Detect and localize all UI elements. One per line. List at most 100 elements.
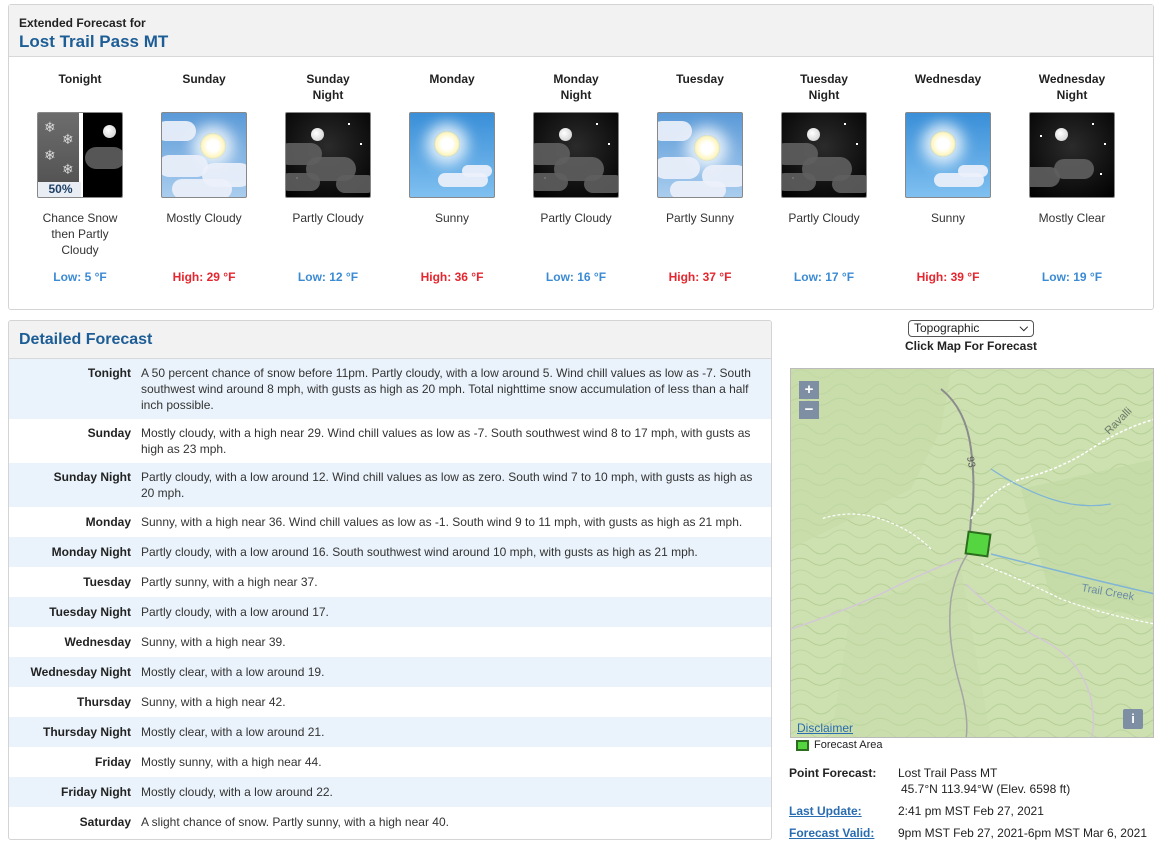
forecast-valid-link[interactable]: Forecast Valid: <box>789 826 874 840</box>
detailed-forecast-row: Thursday Sunny, with a high near 42. <box>9 687 771 717</box>
period-short-forecast: Partly Cloudy <box>514 210 638 262</box>
detailed-period-label: Wednesday Night <box>30 665 131 679</box>
short-forecast-line: then Partly <box>51 227 109 241</box>
sunny-icon <box>905 112 991 198</box>
detailed-period-label: Wednesday <box>64 635 131 649</box>
detailed-period-text: Mostly sunny, with a high near 44. <box>131 754 761 777</box>
zoom-in-button[interactable]: + <box>799 381 819 399</box>
snow-then-partly-cloudy-night-icon: ❄ ❄ ❄ ❄ 50% <box>37 112 123 198</box>
period-short-forecast: Mostly Cloudy <box>142 210 266 262</box>
detailed-period-text: Sunny, with a high near 42. <box>131 694 761 717</box>
period-name-line-1: Tuesday <box>800 72 848 86</box>
period-name-line-1: Monday <box>553 72 599 86</box>
forecast-period[interactable]: Sunday Mostly Cloudy High: 29 °F <box>142 65 266 284</box>
low-temp: Low: 17 °F <box>793 270 855 284</box>
detailed-period-label: Thursday Night <box>42 725 131 739</box>
map-legend: Forecast Area <box>796 739 882 751</box>
period-name-line-1: Tonight <box>58 72 102 86</box>
forecast-periods: Tonight ❄ ❄ ❄ ❄ 50% Chance Snow then Partly Clou… <box>18 65 1146 305</box>
detailed-period-label: Monday <box>85 515 131 529</box>
detailed-period-text: A 50 percent chance of snow before 11pm.… <box>131 365 761 419</box>
detailed-text-line: Mostly cloudy, with a high near 29. Wind… <box>141 426 751 440</box>
extended-forecast-header: Extended Forecast for Lost Trail Pass MT <box>9 5 1153 57</box>
chevron-down-icon: ⌵ <box>1019 322 1028 334</box>
period-name-line-1: Tuesday <box>676 72 724 86</box>
short-forecast-line: Chance Snow <box>42 211 118 225</box>
mostly-clear-night-icon <box>1029 112 1115 198</box>
detailed-forecast-panel: Detailed Forecast Tonight A 50 percent ch… <box>8 320 772 840</box>
short-forecast-line: Mostly Clear <box>1038 211 1106 225</box>
detailed-text-line: Partly cloudy, with a low around 17. <box>141 605 329 619</box>
last-update-value: 2:41 pm MST Feb 27, 2021 <box>898 804 1044 818</box>
detailed-period-label: Thursday <box>76 695 131 709</box>
period-name: Monday Night <box>514 65 638 102</box>
short-forecast-line: Partly Cloudy <box>540 211 612 225</box>
period-name-line-2: Night <box>312 88 344 102</box>
forecast-period[interactable]: Monday Night Partly Cloudy Low: 16 °F <box>514 65 638 284</box>
period-short-forecast: Sunny <box>886 210 1010 262</box>
period-name-line-1: Sunday <box>182 72 226 86</box>
extended-forecast-panel: Extended Forecast for Lost Trail Pass MT… <box>8 4 1154 310</box>
period-short-forecast: Chance Snow then Partly Cloudy <box>18 210 142 262</box>
forecast-period[interactable]: Wednesday Sunny High: 39 °F <box>886 65 1010 284</box>
detailed-period-text: Partly cloudy, with a low around 16. Sou… <box>131 544 761 567</box>
detailed-period-text: Partly cloudy, with a low around 17. <box>131 604 761 627</box>
detailed-text-line: Partly cloudy, with a low around 16. Sou… <box>141 545 698 559</box>
forecast-period[interactable]: Tuesday Night Partly Cloudy Low: 17 °F <box>762 65 886 284</box>
low-temp: Low: 5 °F <box>53 270 107 284</box>
detailed-forecast-row: Saturday A slight chance of snow. Partly … <box>9 807 771 837</box>
short-forecast-line: Partly Sunny <box>665 211 735 225</box>
detailed-text-line: Mostly clear, with a low around 19. <box>141 665 325 679</box>
forecast-period[interactable]: Monday Sunny High: 36 °F <box>390 65 514 284</box>
forecast-period[interactable]: Tuesday Partly Sunny High: 37 °F <box>638 65 762 284</box>
detailed-period-label: Saturday <box>79 815 131 829</box>
detailed-period-label: Friday Night <box>60 785 131 799</box>
detailed-period-text: A slight chance of snow. Partly sunny, w… <box>131 814 761 837</box>
detailed-period-label: Monday Night <box>51 545 131 559</box>
detailed-text-line: Sunny, with a high near 36. Wind chill v… <box>141 515 743 529</box>
period-name-line-1: Wednesday <box>914 72 982 86</box>
topographic-map-graphic: 93 Ravalli Trail Creek <box>791 369 1153 737</box>
detailed-text-line: Sunny, with a high near 42. <box>141 695 286 709</box>
detailed-text-line: Mostly cloudy, with a low around 22. <box>141 785 333 799</box>
detailed-text-line: Mostly clear, with a low around 21. <box>141 725 325 739</box>
detailed-period-text: Mostly clear, with a low around 19. <box>131 664 761 687</box>
short-forecast-line: Sunny <box>930 211 966 225</box>
period-name: Wednesday Night <box>1010 65 1134 102</box>
forecast-period[interactable]: Wednesday Night Mostly Clear Low: 19 °F <box>1010 65 1134 284</box>
high-temp: High: 29 °F <box>172 270 236 284</box>
forecast-period[interactable]: Tonight ❄ ❄ ❄ ❄ 50% Chance Snow then Partly Clou… <box>18 65 142 284</box>
detailed-text-line: Sunny, with a high near 39. <box>141 635 286 649</box>
period-name-line-2: Night <box>808 88 840 102</box>
forecast-period[interactable]: Sunday Night Partly Cloudy Low: 12 °F <box>266 65 390 284</box>
detailed-forecast-row: Friday Mostly sunny, with a high near 44. <box>9 747 771 777</box>
last-update-link[interactable]: Last Update: <box>789 804 862 818</box>
period-name-line-2: Night <box>1056 88 1088 102</box>
detailed-period-text: Mostly cloudy, with a low around 22. <box>131 784 761 807</box>
period-name-line-2: Night <box>560 88 592 102</box>
period-name: Tonight <box>18 65 142 99</box>
disclaimer-link[interactable]: Disclaimer <box>797 721 853 735</box>
short-forecast-line: Partly Cloudy <box>292 211 364 225</box>
forecast-area-marker[interactable] <box>964 530 992 558</box>
partly-cloudy-night-icon <box>781 112 867 198</box>
map-layer-select[interactable]: Topographic ⌵ <box>908 320 1034 337</box>
detailed-text-line: high as 23 mph. <box>141 442 227 456</box>
low-temp: Low: 19 °F <box>1041 270 1103 284</box>
zoom-out-button[interactable]: − <box>799 401 819 419</box>
period-name: Sunday Night <box>266 65 390 102</box>
forecast-map[interactable]: 93 Ravalli Trail Creek + − i Disclaimer <box>790 368 1154 738</box>
period-short-forecast: Sunny <box>390 210 514 262</box>
detailed-forecast-row: Tonight A 50 percent chance of snow befor… <box>9 359 771 419</box>
detailed-forecast-row: Tuesday Night Partly cloudy, with a low a… <box>9 597 771 627</box>
detailed-period-label: Sunday <box>87 426 131 440</box>
detailed-forecast-row: Thursday Night Mostly clear, with a low a… <box>9 717 771 747</box>
precip-chance-badge: 50% <box>38 182 81 197</box>
period-short-forecast: Partly Cloudy <box>762 210 886 262</box>
map-caption: Click Map For Forecast <box>904 339 1038 353</box>
mostly-cloudy-day-icon <box>161 112 247 198</box>
detailed-text-line: southwest wind around 8 mph, with gusts … <box>141 382 749 396</box>
detailed-period-label: Tuesday Night <box>49 605 131 619</box>
map-info-button[interactable]: i <box>1123 709 1143 729</box>
sunny-icon <box>409 112 495 198</box>
